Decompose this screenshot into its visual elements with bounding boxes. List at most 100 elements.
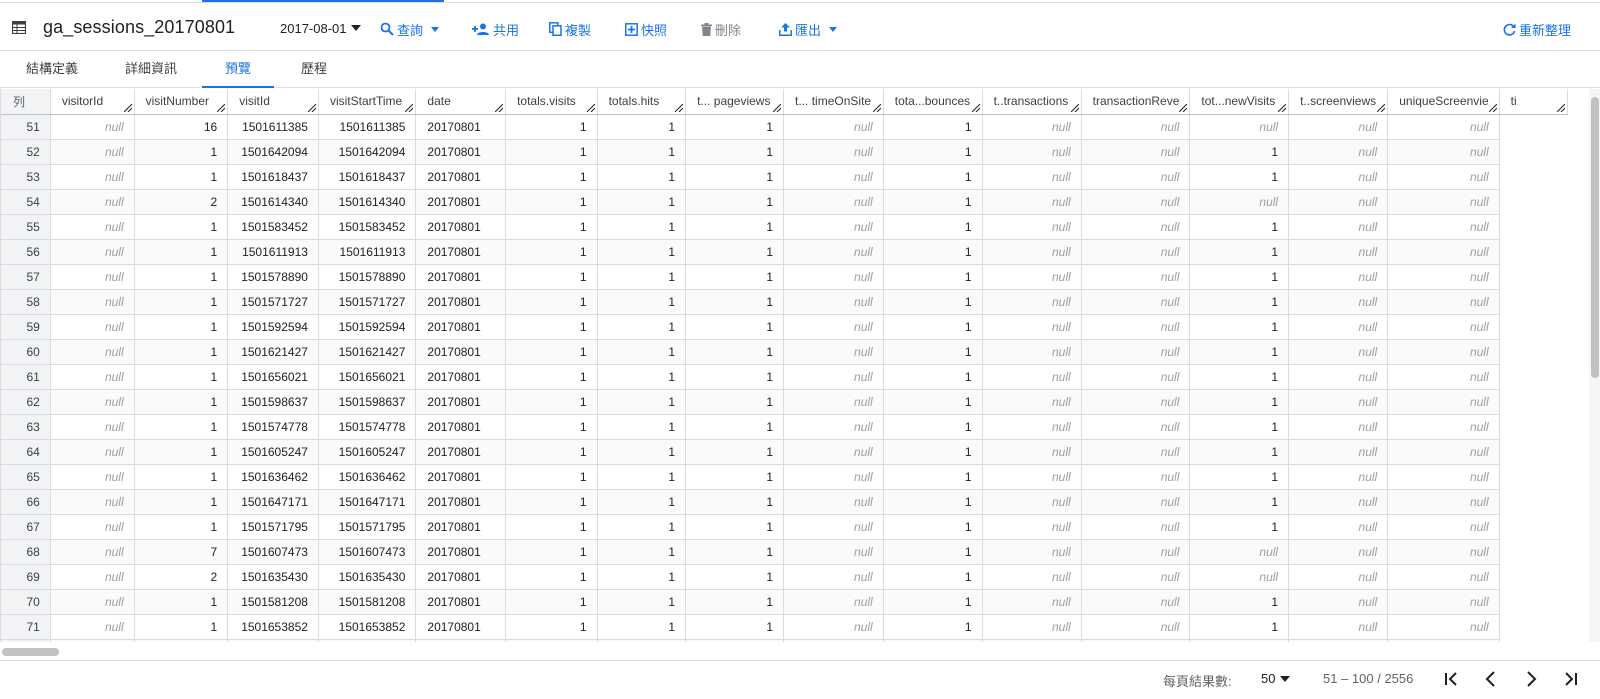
table-row[interactable]: 72null11501600000150160000020170801111nu…	[1, 639, 1568, 642]
column-resize-icon[interactable]	[1278, 103, 1287, 112]
column-resize-icon[interactable]	[971, 103, 980, 112]
column-header-label: t... timeOnSite	[795, 94, 872, 109]
table-cell: 20170801	[415, 239, 507, 265]
table-row[interactable]: 51 null 16 1501611385 1501611385 20170801 1 1 1 n…	[1, 114, 1568, 140]
table-cell: 1501581208	[318, 589, 417, 615]
table-row[interactable]: 60 null 1 1501621427 1501621427 20170801 1 1 1 nu…	[1, 339, 1568, 365]
table-row[interactable]: 53 null 1 1501618437 1501618437 20170801 1 1 1 nu…	[1, 164, 1568, 190]
refresh-button[interactable]: 重新整理	[1503, 18, 1571, 40]
column-header[interactable]: totals.hits	[597, 89, 687, 115]
column-header[interactable]: transactionReve	[1081, 89, 1191, 115]
table-cell: null	[50, 189, 135, 215]
table-cell: null	[783, 489, 884, 515]
table-row[interactable]: 71 null 1 1501653852 1501653852 20170801 1 1 1 nu…	[1, 614, 1568, 640]
table-cell: 1	[134, 464, 229, 490]
column-resize-icon[interactable]	[123, 103, 132, 112]
tab-schema[interactable]: 結構定義	[18, 52, 86, 88]
table-cell: 1	[883, 614, 983, 640]
table-cell: null	[1081, 164, 1191, 190]
copy-button[interactable]: 複製	[549, 18, 591, 40]
previous-page-icon[interactable]	[1480, 668, 1502, 690]
column-resize-icon[interactable]	[1377, 103, 1386, 112]
column-header-label: visitStartTime	[329, 94, 403, 109]
table-row[interactable]: 64 null 1 1501605247 1501605247 20170801 1 1 1 nu…	[1, 439, 1568, 465]
column-resize-icon[interactable]	[586, 103, 595, 112]
tab-preview[interactable]: 預覽	[202, 52, 274, 88]
query-button[interactable]: 查詢	[380, 18, 440, 40]
table-row[interactable]: 58 null 1 1501571727 1501571727 20170801 1 1 1 nu…	[1, 289, 1568, 315]
tab-lineage[interactable]: 歷程	[297, 52, 331, 88]
table-row[interactable]: 63 null 1 1501574778 1501574778 20170801 1 1 1 nu…	[1, 414, 1568, 440]
column-header[interactable]: visitStartTime	[318, 89, 417, 115]
column-header[interactable]: visitorId	[50, 89, 135, 115]
table-cell: 1	[597, 464, 687, 490]
table-row[interactable]: 66 null 1 1501647171 1501647171 20170801 1 1 1 nu…	[1, 489, 1568, 515]
first-page-icon[interactable]	[1440, 668, 1462, 690]
table-cell: null	[50, 264, 135, 290]
table-row[interactable]: 65 null 1 1501636462 1501636462 20170801 1 1 1 nu…	[1, 464, 1568, 490]
table-row[interactable]: 55 null 1 1501583452 1501583452 20170801 1 1 1 nu…	[1, 214, 1568, 240]
column-resize-icon[interactable]	[307, 103, 316, 112]
partition-date-dropdown[interactable]: 2017-08-01	[280, 21, 361, 36]
column-header-label: tota...bounces	[894, 94, 971, 109]
table-cell: null	[982, 564, 1082, 590]
share-button[interactable]: 共用	[472, 18, 519, 40]
column-header[interactable]: tot...newVisits	[1189, 89, 1290, 115]
table-cell: null	[1387, 614, 1500, 640]
table-cell: 1	[134, 339, 229, 365]
column-resize-icon[interactable]	[217, 103, 226, 112]
table-row[interactable]: 67 null 1 1501571795 1501571795 20170801 1 1 1 nu…	[1, 514, 1568, 540]
snapshot-button[interactable]: 快照	[625, 18, 667, 40]
column-header[interactable]: t..screenviews	[1288, 89, 1389, 115]
column-header-label: date	[427, 94, 451, 109]
delete-button[interactable]: 刪除	[701, 18, 741, 40]
column-resize-icon[interactable]	[405, 103, 414, 112]
tab-details[interactable]: 詳細資訊	[117, 52, 185, 88]
column-header[interactable]: t... timeOnSite	[783, 89, 884, 115]
table-row[interactable]: 56 null 1 1501611913 1501611913 20170801 1 1 1 nu…	[1, 239, 1568, 265]
column-resize-icon[interactable]	[1179, 103, 1188, 112]
table-row[interactable]: 59 null 1 1501592594 1501592594 20170801 1 1 1 nu…	[1, 314, 1568, 340]
export-button[interactable]: 匯出	[779, 18, 838, 40]
column-header[interactable]: uniqueScreenvie	[1387, 89, 1500, 115]
table-cell: 1	[883, 439, 983, 465]
table-row[interactable]: 70 null 1 1501581208 1501581208 20170801 1 1 1 nu…	[1, 589, 1568, 615]
table-cell: null	[1288, 639, 1389, 642]
vertical-scroll-thumb[interactable]	[1591, 97, 1599, 378]
table-cell: null	[1387, 189, 1500, 215]
column-resize-icon[interactable]	[495, 103, 504, 112]
table-cell: 1	[1189, 214, 1290, 240]
column-header[interactable]: visitId	[227, 89, 319, 115]
table-row[interactable]: 54 null 2 1501614340 1501614340 20170801 1 1 1 nu…	[1, 189, 1568, 215]
table-row[interactable]: 62 null 1 1501598637 1501598637 20170801 1 1 1 nu…	[1, 389, 1568, 415]
last-page-icon[interactable]	[1560, 668, 1582, 690]
table-row[interactable]: 57 null 1 1501578890 1501578890 20170801 1 1 1 nu…	[1, 264, 1568, 290]
horizontal-scroll-thumb[interactable]	[2, 648, 59, 656]
column-resize-icon[interactable]	[773, 103, 782, 112]
column-header[interactable]: t... pageviews	[685, 89, 785, 115]
table-row[interactable]: 68 null 7 1501607473 1501607473 20170801 1 1 1 nu…	[1, 539, 1568, 565]
grid-body: 51 null 16 1501611385 1501611385 20170801 1 1 1 n…	[1, 114, 1568, 642]
column-header[interactable]: visitNumber	[134, 89, 229, 115]
rows-per-page-dropdown[interactable]: 50	[1261, 671, 1291, 686]
column-header[interactable]: tota...bounces	[883, 89, 983, 115]
column-resize-icon[interactable]	[1070, 103, 1079, 112]
next-page-icon[interactable]	[1520, 668, 1542, 690]
column-header[interactable]: ti	[1499, 89, 1568, 115]
column-header[interactable]: date	[415, 89, 507, 115]
table-cell: null	[1288, 214, 1389, 240]
table-row[interactable]: 52 null 1 1501642094 1501642094 20170801 1 1 1 nu…	[1, 139, 1568, 165]
column-resize-icon[interactable]	[872, 103, 881, 112]
table-row[interactable]: 61 null 1 1501656021 1501656021 20170801 1 1 1 nu…	[1, 364, 1568, 390]
table-cell: null	[1288, 514, 1389, 540]
header-row: 列 visitorId visitNumber visitId visitStartTi…	[1, 89, 1568, 115]
table-cell: null	[1288, 489, 1389, 515]
column-header[interactable]: t..transactions	[982, 89, 1082, 115]
column-resize-icon[interactable]	[1488, 103, 1497, 112]
table-row[interactable]: 69 null 2 1501635430 1501635430 20170801 1 1 1 nu…	[1, 564, 1568, 590]
column-resize-icon[interactable]	[1557, 103, 1565, 112]
column-resize-icon[interactable]	[675, 103, 684, 112]
column-header[interactable]: totals.visits	[505, 89, 598, 115]
table-cell: 1	[1189, 289, 1290, 315]
table-cell: null	[982, 289, 1082, 315]
